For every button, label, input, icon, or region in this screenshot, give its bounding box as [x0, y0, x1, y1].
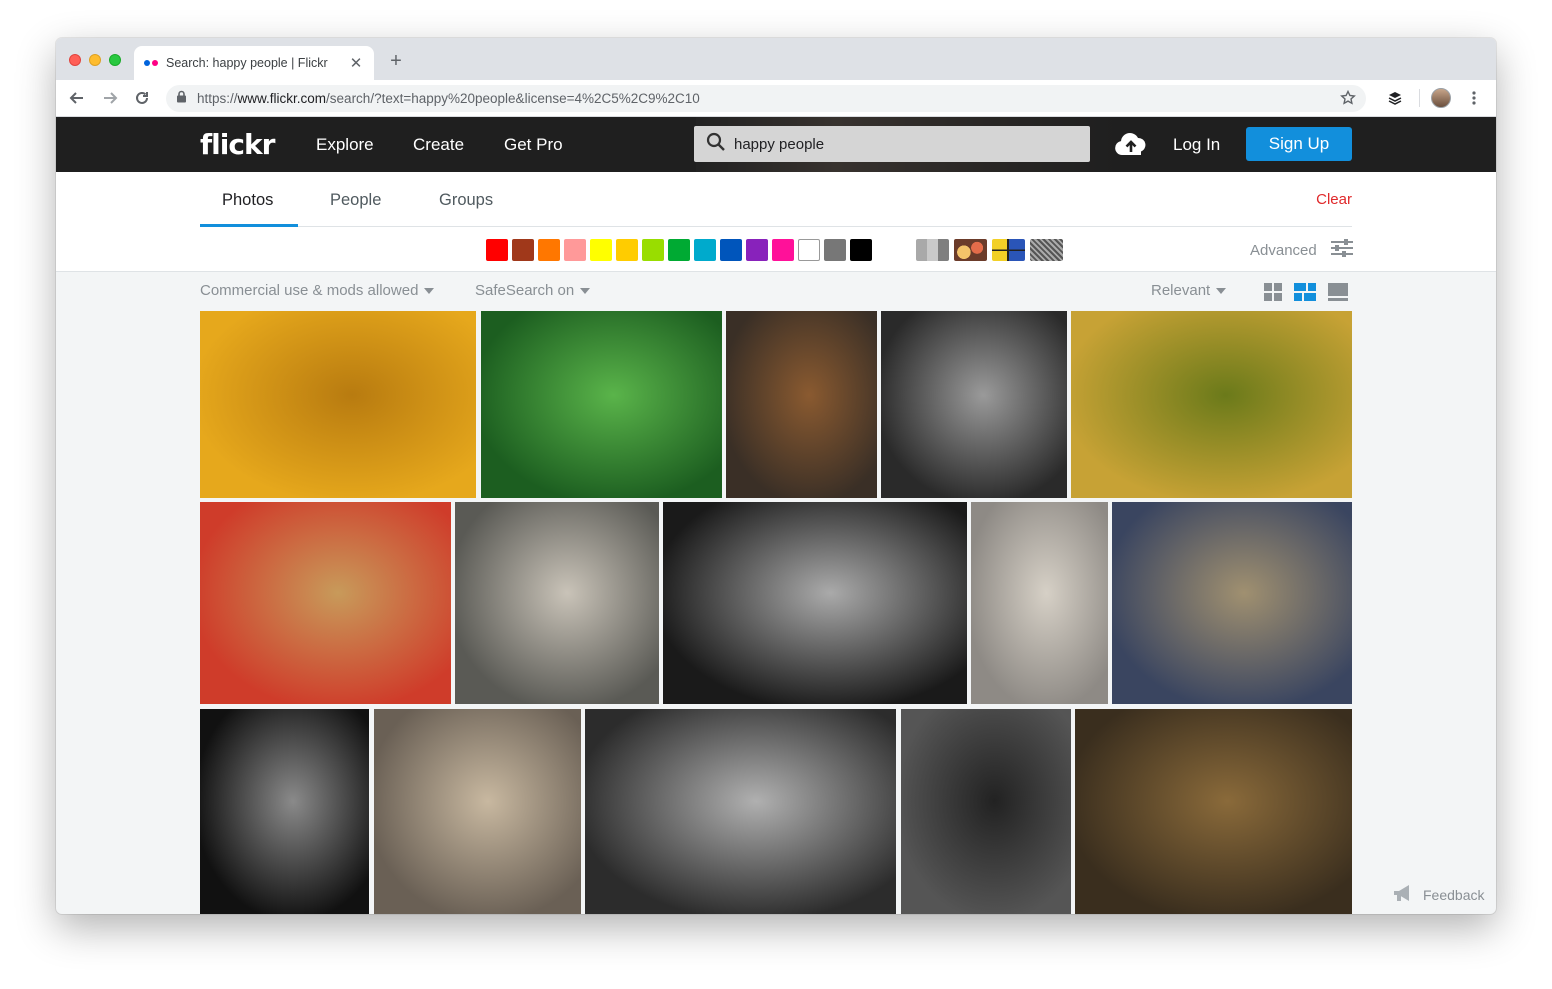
browser-window: Search: happy people | Flickr ✕ + https:… — [56, 38, 1496, 914]
tab-title: Search: happy people | Flickr — [166, 56, 348, 70]
photo-crowd-street-bw[interactable] — [585, 709, 896, 914]
advanced-label: Advanced — [1250, 242, 1317, 259]
search-input[interactable] — [734, 136, 1064, 153]
photo-couple-silhouette[interactable] — [200, 311, 476, 498]
megaphone-icon — [1392, 884, 1416, 905]
maximize-window-button[interactable] — [109, 54, 121, 66]
photo-old-woman[interactable] — [200, 709, 369, 914]
browser-toolbar: https://www.flickr.com/search/?text=happ… — [56, 80, 1496, 117]
caret-down-icon — [424, 288, 434, 294]
feedback-label: Feedback — [1423, 887, 1484, 903]
photo-toes-faces[interactable] — [200, 502, 451, 704]
color-swatch[interactable] — [512, 239, 534, 261]
menu-kebab-icon[interactable] — [1463, 87, 1485, 109]
photo-party-crowd[interactable] — [1075, 709, 1352, 914]
active-tab-indicator — [200, 224, 298, 227]
back-icon[interactable] — [66, 87, 88, 109]
photo-street-couple-bw[interactable] — [881, 311, 1067, 498]
photo-abstract-grid[interactable] — [1112, 502, 1352, 704]
caret-down-icon — [580, 288, 590, 294]
color-swatch[interactable] — [538, 239, 560, 261]
color-swatch[interactable] — [850, 239, 872, 261]
nav-create[interactable]: Create — [413, 135, 464, 155]
minimize-window-button[interactable] — [89, 54, 101, 66]
color-swatch[interactable] — [772, 239, 794, 261]
color-swatch[interactable] — [616, 239, 638, 261]
color-swatch[interactable] — [486, 239, 508, 261]
justified-view-icon[interactable] — [1294, 283, 1316, 301]
flickr-favicon-icon — [144, 60, 158, 66]
feedback-button[interactable]: Feedback — [1392, 884, 1484, 905]
color-swatch[interactable] — [746, 239, 768, 261]
new-tab-icon[interactable]: + — [386, 50, 406, 73]
tab-photos[interactable]: Photos — [222, 191, 273, 210]
address-bar[interactable]: https://www.flickr.com/search/?text=happ… — [166, 85, 1366, 112]
license-filter-dropdown[interactable]: Commercial use & mods allowed — [200, 282, 434, 299]
sliders-icon — [1331, 239, 1353, 261]
photo-hugging-couple[interactable] — [374, 709, 581, 914]
forward-icon[interactable] — [99, 87, 121, 109]
safesearch-label: SafeSearch on — [475, 282, 574, 299]
patterns-filter[interactable] — [1030, 239, 1063, 261]
color-swatches — [486, 239, 872, 261]
license-filter-label: Commercial use & mods allowed — [200, 282, 418, 299]
minimalist-filter[interactable] — [992, 239, 1025, 261]
sort-label: Relevant — [1151, 282, 1210, 299]
flickr-logo[interactable]: flickr — [200, 128, 274, 161]
search-type-tabs: Photos People Groups Clear — [200, 172, 1352, 227]
reload-icon[interactable] — [131, 87, 153, 109]
color-swatch[interactable] — [564, 239, 586, 261]
close-window-button[interactable] — [69, 54, 81, 66]
color-swatch[interactable] — [642, 239, 664, 261]
color-swatch[interactable] — [590, 239, 612, 261]
nav-get-pro[interactable]: Get Pro — [504, 135, 563, 155]
login-link[interactable]: Log In — [1173, 135, 1220, 155]
style-filters — [916, 239, 1063, 261]
safesearch-dropdown[interactable]: SafeSearch on — [475, 282, 590, 299]
advanced-toggle[interactable]: Advanced — [1250, 239, 1353, 261]
photo-baseball-boy[interactable] — [455, 502, 659, 704]
browser-tab[interactable]: Search: happy people | Flickr ✕ — [134, 46, 374, 80]
toolbar-divider — [1419, 89, 1420, 107]
photo-girl-in-grass[interactable] — [1071, 311, 1352, 498]
upload-cloud-icon[interactable] — [1114, 129, 1148, 159]
nav-explore[interactable]: Explore — [316, 135, 374, 155]
color-swatch[interactable] — [824, 239, 846, 261]
tab-people[interactable]: People — [330, 191, 381, 210]
color-swatch[interactable] — [720, 239, 742, 261]
photo-baby-feet-hands[interactable] — [663, 502, 967, 704]
photo-waterfall-verse[interactable] — [481, 311, 722, 498]
color-swatch[interactable] — [668, 239, 690, 261]
grid-view-icon[interactable] — [1264, 283, 1282, 301]
search-subnav: Photos People Groups Clear Advanced — [56, 172, 1496, 272]
detail-view-icon[interactable] — [1328, 283, 1348, 301]
sort-dropdown[interactable]: Relevant — [1151, 282, 1226, 299]
clear-link[interactable]: Clear — [1316, 191, 1352, 208]
tab-strip: Search: happy people | Flickr ✕ + — [56, 38, 1496, 80]
bookmark-star-icon[interactable] — [1340, 90, 1356, 111]
url-text: https://www.flickr.com/search/?text=happ… — [197, 91, 700, 106]
tab-groups[interactable]: Groups — [439, 191, 493, 210]
photo-nebula[interactable] — [726, 311, 877, 498]
color-swatch[interactable] — [798, 239, 820, 261]
profile-avatar[interactable] — [1430, 87, 1452, 109]
black-and-white-filter[interactable] — [916, 239, 949, 261]
shallow-depth-filter[interactable] — [954, 239, 987, 261]
tab-close-icon[interactable]: ✕ — [348, 54, 364, 72]
lock-icon — [176, 90, 187, 108]
flickr-header: flickr Explore Create Get Pro Log In Sig… — [56, 117, 1496, 172]
filter-bar: Commercial use & mods allowed SafeSearch… — [56, 273, 1496, 311]
search-icon[interactable] — [706, 132, 726, 157]
signup-button[interactable]: Sign Up — [1246, 127, 1352, 161]
extension-layers-icon[interactable] — [1384, 87, 1406, 109]
photo-couple-walking-street[interactable] — [971, 502, 1108, 704]
photo-sunset-sea-bw[interactable] — [901, 709, 1071, 914]
caret-down-icon — [1216, 288, 1226, 294]
color-swatch[interactable] — [694, 239, 716, 261]
search-box — [694, 126, 1090, 162]
view-mode-toggles — [1264, 283, 1348, 301]
